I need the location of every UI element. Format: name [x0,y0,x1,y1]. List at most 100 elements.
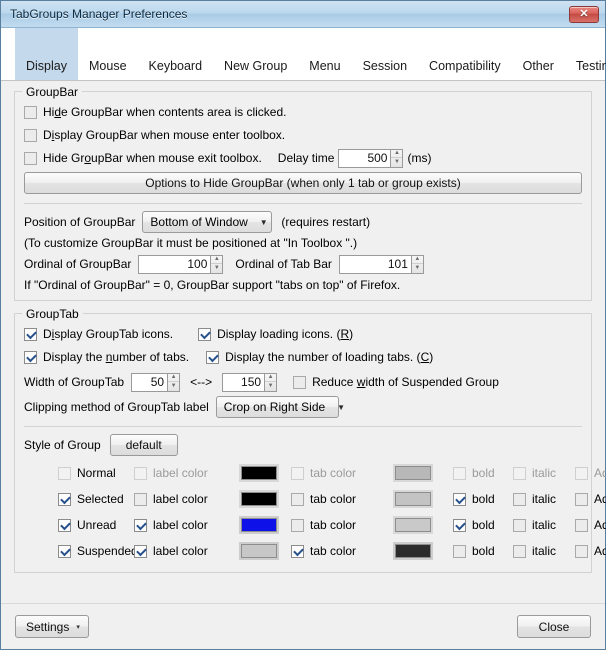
checkbox-box[interactable] [575,518,588,532]
checkbox-box[interactable] [134,544,147,558]
tab-compatibility[interactable]: Compatibility [418,59,512,81]
checkbox-unread-italic[interactable]: italic [513,518,556,532]
suspended-label-color-swatch[interactable] [239,542,279,560]
width-min-input[interactable] [131,372,168,392]
tab-testing[interactable]: Testing [565,59,606,81]
checkbox-unread-advanced[interactable]: Advanced [575,518,606,532]
checkbox-box[interactable] [291,466,304,480]
checkbox-style-normal[interactable]: Normal [58,466,116,480]
window-close-button[interactable]: ✕ [569,5,599,23]
spinner-up-icon[interactable]: ▲ [265,374,277,382]
unread-tab-color-swatch[interactable] [393,516,433,534]
checkbox-display-number-of-loading-tabs[interactable]: Display the number of loading tabs. (C) [206,350,433,364]
width-max-stepper[interactable]: ▲ ▼ [222,372,278,392]
spinner-down-icon[interactable]: ▼ [265,382,276,391]
options-to-hide-groupbar-button[interactable]: Options to Hide GroupBar (when only 1 ta… [24,172,582,194]
tab-other[interactable]: Other [512,59,565,81]
checkbox-normal-advanced[interactable]: Advanced [575,466,606,480]
width-max-arrows[interactable]: ▲ ▼ [264,372,278,392]
checkbox-box[interactable] [513,492,526,506]
checkbox-selected-advanced[interactable]: Advanced [575,492,606,506]
tab-menu[interactable]: Menu [298,59,351,81]
checkbox-unread-label-color[interactable]: label color [134,518,208,532]
checkbox-box[interactable] [291,518,304,532]
checkbox-box[interactable] [513,518,526,532]
checkbox-box[interactable] [24,151,37,165]
width-min-arrows[interactable]: ▲ ▼ [167,372,181,392]
checkbox-box[interactable] [513,544,526,558]
ordinal-tabbar-input[interactable] [338,254,411,274]
spinner-down-icon[interactable]: ▼ [211,264,222,273]
delay-time-stepper[interactable]: ▲ ▼ [338,148,404,168]
checkbox-suspended-tab-color[interactable]: tab color [291,544,356,558]
checkbox-box[interactable] [575,466,588,480]
ordinal-groupbar-arrows[interactable]: ▲ ▼ [210,254,224,274]
checkbox-normal-tab-color[interactable]: tab color [291,466,356,480]
suspended-tab-color-swatch[interactable] [393,542,433,560]
checkbox-box[interactable] [453,492,466,506]
position-of-groupbar-select[interactable]: Bottom of Window ▼ [142,211,273,233]
checkbox-box[interactable] [575,544,588,558]
checkbox-display-loading-icons[interactable]: Display loading icons. (R) [198,327,353,341]
checkbox-selected-italic[interactable]: italic [513,492,556,506]
normal-tab-color-swatch[interactable] [393,464,433,482]
checkbox-display-number-of-tabs[interactable]: Display the number of tabs. [24,350,189,364]
checkbox-box[interactable] [24,128,37,142]
tab-new-group[interactable]: New Group [213,59,298,81]
selected-tab-color-swatch[interactable] [393,490,433,508]
checkbox-box[interactable] [134,492,147,506]
checkbox-box[interactable] [58,466,71,480]
spinner-up-icon[interactable]: ▲ [411,256,423,264]
checkbox-box[interactable] [453,466,466,480]
checkbox-suspended-advanced[interactable]: Advanced [575,544,606,558]
spinner-down-icon[interactable]: ▼ [412,264,423,273]
ordinal-groupbar-input[interactable] [138,254,211,274]
checkbox-suspended-bold[interactable]: bold [453,544,495,558]
close-dialog-button[interactable]: Close [517,615,591,638]
tab-session[interactable]: Session [352,59,418,81]
ordinal-tabbar-stepper[interactable]: ▲ ▼ [338,254,424,274]
checkbox-hide-groupbar-content-click[interactable]: Hide GroupBar when contents area is clic… [24,105,286,119]
checkbox-selected-bold[interactable]: bold [453,492,495,506]
checkbox-unread-bold[interactable]: bold [453,518,495,532]
checkbox-style-selected[interactable]: Selected [58,492,124,506]
checkbox-style-unread[interactable]: Unread [58,518,116,532]
spinner-up-icon[interactable]: ▲ [211,256,223,264]
style-default-button[interactable]: default [109,434,178,456]
checkbox-selected-tab-color[interactable]: tab color [291,492,356,506]
settings-button[interactable]: Settings ▾ [15,615,89,638]
checkbox-box[interactable] [198,327,212,341]
checkbox-selected-label-color[interactable]: label color [134,492,208,506]
unread-label-color-swatch[interactable] [239,516,279,534]
checkbox-box[interactable] [575,492,588,506]
checkbox-box[interactable] [291,492,304,506]
tab-mouse[interactable]: Mouse [78,59,138,81]
delay-time-arrows[interactable]: ▲ ▼ [390,148,404,168]
checkbox-normal-bold[interactable]: bold [453,466,495,480]
checkbox-box[interactable] [453,544,466,558]
delay-time-input[interactable] [338,148,391,168]
checkbox-box[interactable] [58,518,71,532]
spinner-up-icon[interactable]: ▲ [391,150,403,158]
checkbox-hide-groupbar-mouse-exit[interactable]: Hide GroupBar when mouse exit toolbox. [24,151,262,165]
ordinal-groupbar-stepper[interactable]: ▲ ▼ [138,254,224,274]
tab-keyboard[interactable]: Keyboard [138,59,214,81]
spinner-down-icon[interactable]: ▼ [391,158,402,167]
spinner-up-icon[interactable]: ▲ [168,374,180,382]
normal-label-color-swatch[interactable] [239,464,279,482]
checkbox-suspended-label-color[interactable]: label color [134,544,208,558]
checkbox-box[interactable] [134,518,147,532]
checkbox-box[interactable] [513,466,526,480]
checkbox-box[interactable] [293,375,307,389]
checkbox-box[interactable] [134,466,147,480]
checkbox-box[interactable] [58,544,71,558]
width-min-stepper[interactable]: ▲ ▼ [131,372,181,392]
width-max-input[interactable] [222,372,265,392]
checkbox-box[interactable] [24,105,37,119]
checkbox-box[interactable] [24,350,37,364]
selected-label-color-swatch[interactable] [239,490,279,508]
checkbox-normal-label-color[interactable]: label color [134,466,208,480]
checkbox-box[interactable] [291,544,304,558]
checkbox-normal-italic[interactable]: italic [513,466,556,480]
tab-display[interactable]: Display [15,28,78,80]
